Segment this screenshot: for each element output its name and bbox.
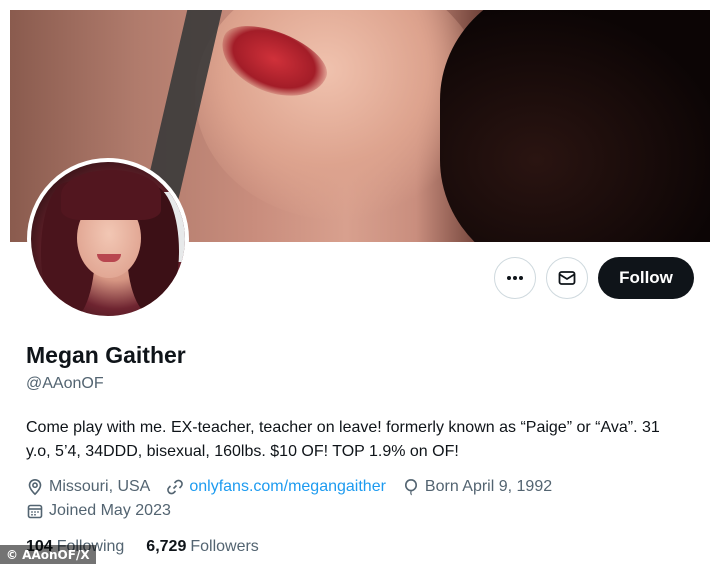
- profile-page: Follow Megan Gaither @AAonOF Come play w…: [0, 0, 720, 564]
- followers-stat[interactable]: 6,729 Followers: [146, 538, 259, 556]
- banner-hair: [440, 10, 710, 242]
- follow-button[interactable]: Follow: [598, 257, 694, 299]
- calendar-icon: [27, 504, 43, 519]
- profile-meta-row-2: Joined May 2023: [26, 502, 187, 520]
- more-options-button[interactable]: [494, 257, 536, 299]
- location-text: Missouri, USA: [49, 478, 151, 495]
- envelope-icon: [558, 271, 576, 285]
- website-link[interactable]: onlyfans.com/megangaither: [189, 478, 386, 496]
- joined-text: Joined May 2023: [49, 502, 171, 519]
- image-watermark: © AAonOF/X: [0, 545, 96, 564]
- avatar[interactable]: [27, 158, 189, 320]
- profile-meta-row: Missouri, USA onlyfans.com/megangaither …: [26, 478, 568, 496]
- profile-bio: Come play with me. EX-teacher, teacher o…: [26, 419, 660, 460]
- location-pin-icon: [28, 478, 42, 496]
- joined-item: Joined May 2023: [26, 502, 171, 520]
- display-name: Megan Gaither: [26, 342, 186, 368]
- link-icon: [167, 479, 184, 495]
- followers-count: 6,729: [146, 538, 187, 555]
- user-handle: @AAonOF: [26, 375, 104, 392]
- birthday-item: Born April 9, 1992: [402, 478, 552, 496]
- more-horizontal-icon: [507, 276, 523, 280]
- location-item: Missouri, USA: [26, 478, 150, 496]
- balloon-icon: [404, 478, 417, 496]
- followers-label: Followers: [190, 538, 259, 555]
- message-button[interactable]: [546, 257, 588, 299]
- birthday-text: Born April 9, 1992: [424, 478, 553, 495]
- website-item: onlyfans.com/megangaither: [166, 478, 386, 496]
- avatar-hair-top: [61, 170, 161, 220]
